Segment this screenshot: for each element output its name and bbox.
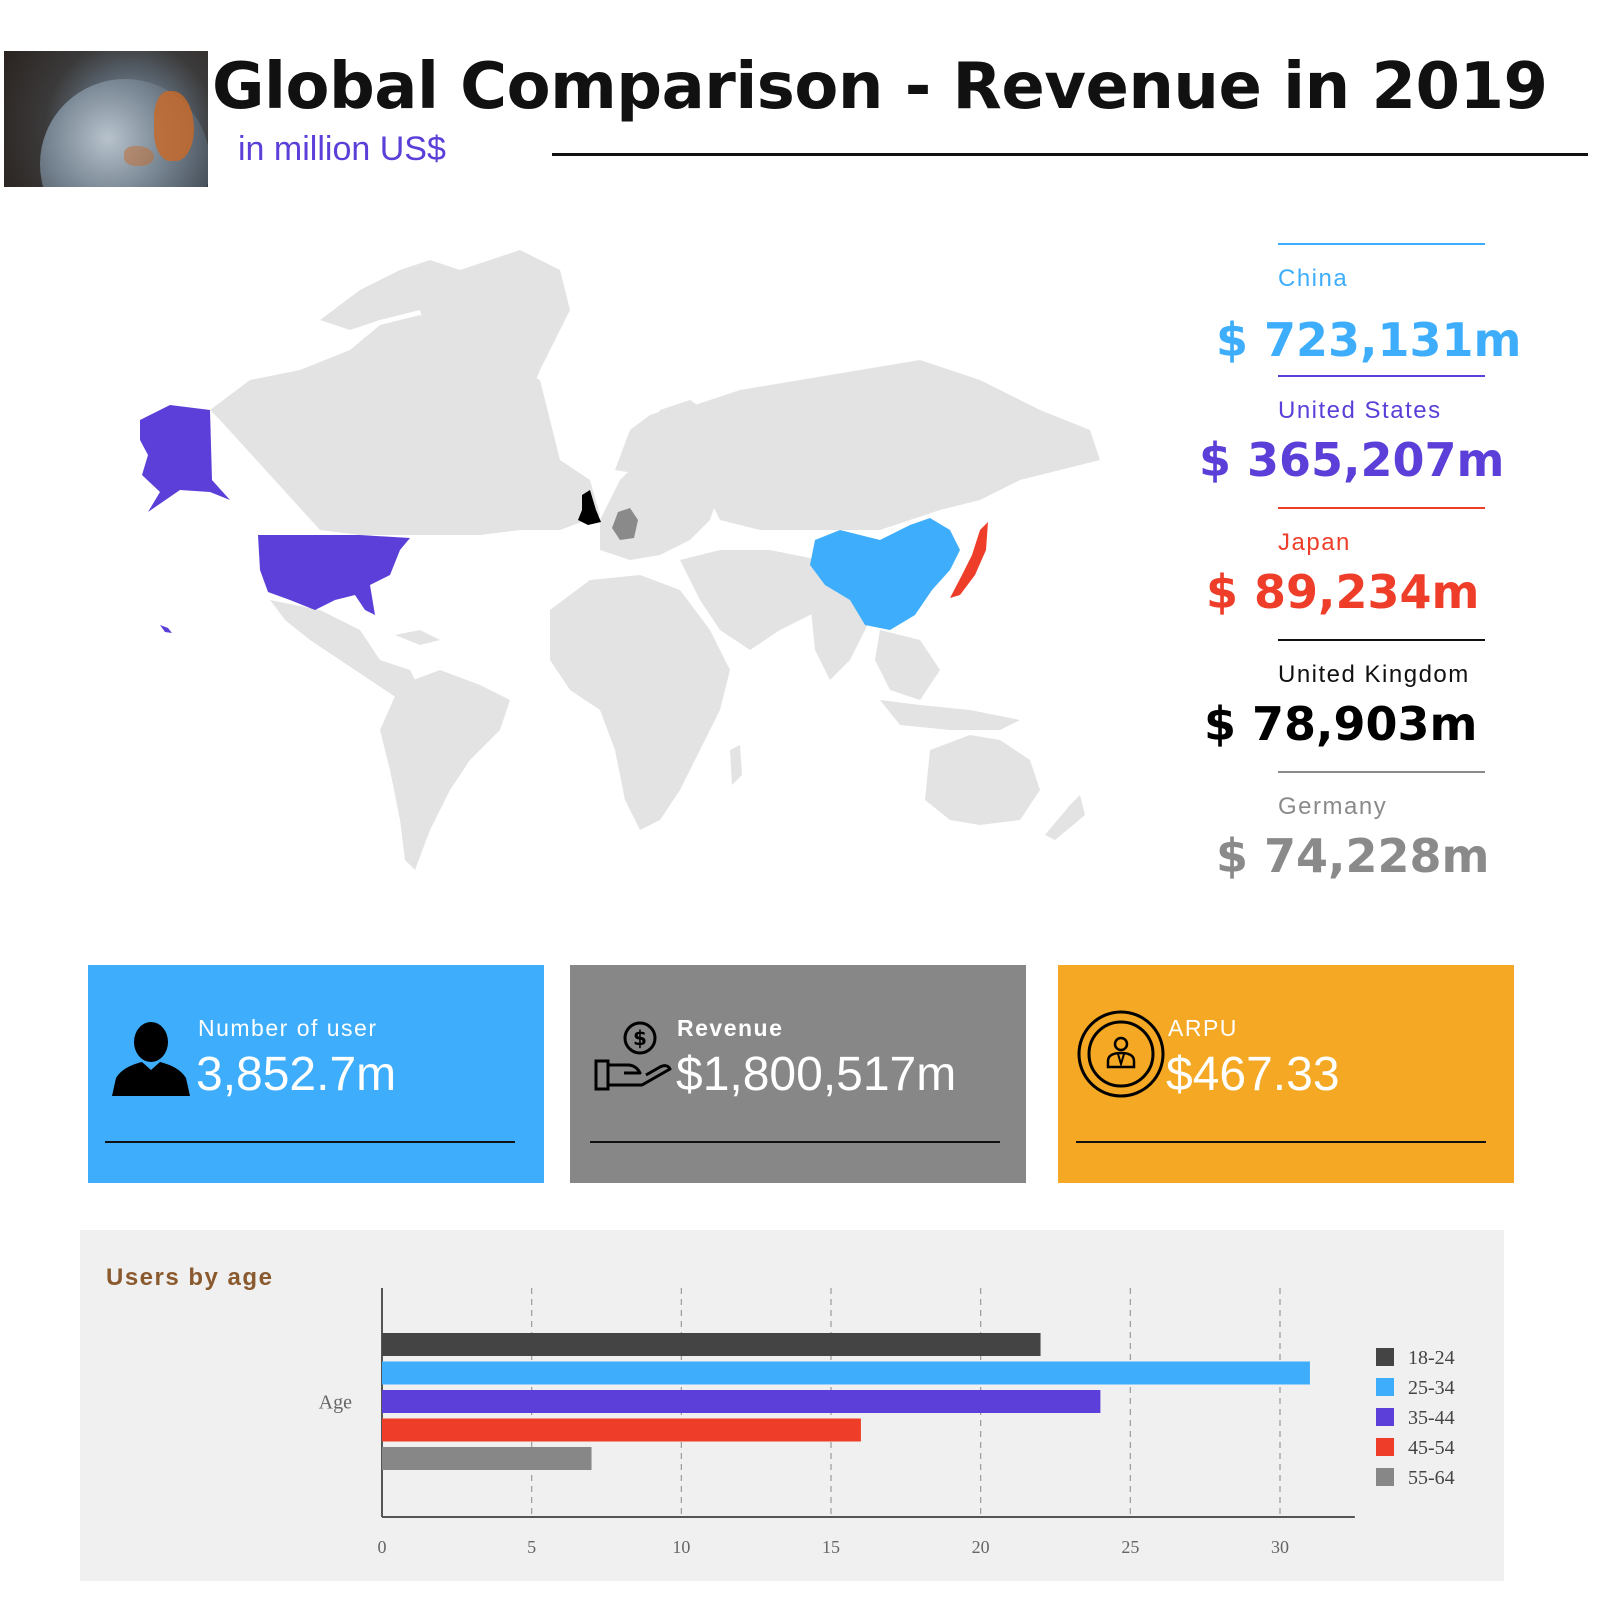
kpi-card-revenue: $ Revenue $1,800,517m [570,965,1026,1183]
kpi-label: Revenue [677,1015,784,1041]
kpi-label: ARPU [1168,1015,1238,1041]
kpi-value: $1,800,517m [676,1048,957,1101]
map-russia [680,360,1100,530]
kpi-underline [590,1141,1000,1143]
world-map [140,250,1100,870]
kpi-label: Number of user [198,1015,378,1041]
user-icon [112,1022,190,1096]
age-chart-panel [80,1230,1504,1581]
country-divider [1278,771,1485,773]
map-japan [950,522,988,598]
map-africa [550,575,730,830]
money-hand-icon: $ [594,1021,672,1091]
country-name: United Kingdom [1278,661,1470,688]
country-divider [1278,375,1485,377]
map-new-zealand [1045,795,1085,840]
svg-text:$: $ [633,1026,647,1050]
country-revenue: $ 74,228m [1216,829,1490,883]
map-australia [925,735,1040,825]
map-madagascar [730,745,742,785]
map-hawaii [160,625,172,633]
map-mexico [270,600,420,700]
country-revenue: $ 723,131m [1216,313,1522,367]
page-subtitle: in million US$ [238,130,446,168]
map-se-asia [875,630,940,700]
map-indonesia [880,700,1020,730]
kpi-card-arpu: ARPU $467.33 [1058,965,1514,1183]
country-name: United States [1278,397,1442,424]
country-name: Germany [1278,793,1388,820]
kpi-value: $467.33 [1166,1048,1340,1101]
country-divider [1278,507,1485,509]
header-globe-photo [4,51,208,187]
kpi-value: 3,852.7m [196,1048,397,1101]
page-title: Global Comparison - Revenue in 2019 [212,50,1548,124]
country-name: Japan [1278,529,1351,556]
person-badge-icon [1077,1010,1165,1098]
kpi-card-users: Number of user 3,852.7m [88,965,544,1183]
country-revenue: $ 365,207m [1199,433,1505,487]
globe-continent-shape [124,146,154,166]
country-divider [1278,243,1485,245]
country-divider [1278,639,1485,641]
country-name: China [1278,265,1349,292]
map-south-america [380,670,510,870]
kpi-underline [105,1141,515,1143]
title-divider [552,153,1588,156]
map-alaska [140,405,230,512]
chart-title: Users by age [106,1264,274,1291]
globe-continent-shape [154,91,194,161]
map-caribbean [395,630,440,645]
country-revenue: $ 78,903m [1204,697,1478,751]
kpi-underline [1076,1141,1486,1143]
country-revenue: $ 89,234m [1206,565,1480,619]
